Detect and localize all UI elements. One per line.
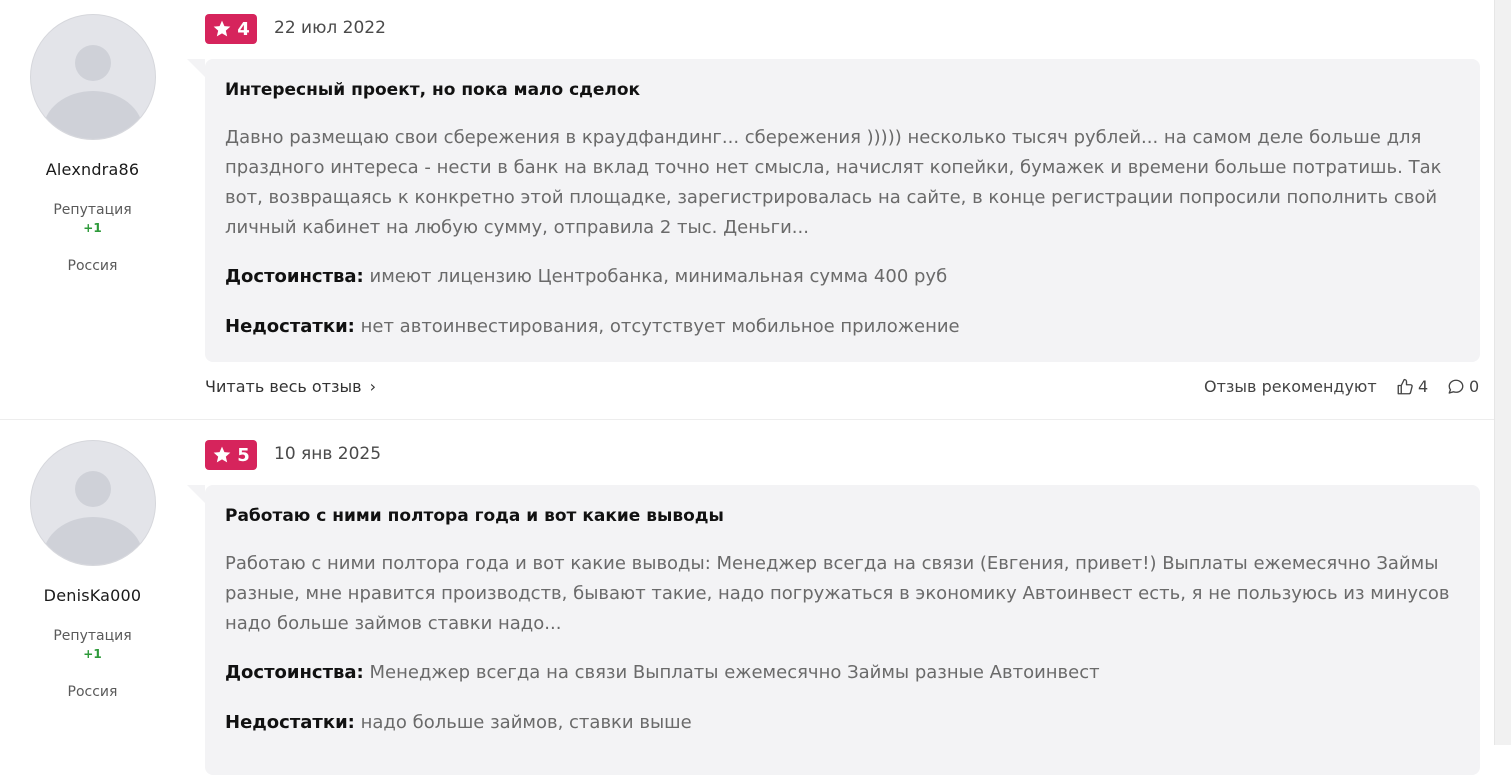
- reputation-value: +1: [83, 221, 102, 235]
- star-icon: [213, 20, 231, 37]
- review-pros: Достоинства: имеют лицензию Центробанка,…: [225, 266, 947, 287]
- review-date: 10 янв 2025: [274, 444, 382, 464]
- rating-value: 5: [237, 444, 250, 466]
- review-title[interactable]: Интересный проект, но пока мало сделок: [225, 80, 640, 100]
- review-title[interactable]: Работаю с ними полтора года и вот какие …: [225, 506, 724, 526]
- cons-text: надо больше займов, ставки выше: [360, 712, 692, 733]
- rating-value: 4: [237, 18, 250, 40]
- avatar-placeholder-head: [75, 471, 111, 507]
- avatar-placeholder-body: [43, 517, 143, 565]
- thumbs-up-icon: [1397, 378, 1413, 394]
- author-country: Россия: [67, 258, 118, 274]
- pros-text: Менеджер всегда на связи Выплаты ежемеся…: [369, 662, 1100, 683]
- cons-label: Недостатки:: [225, 316, 355, 337]
- reputation-value: +1: [83, 647, 102, 661]
- like-button[interactable]: 4: [1396, 377, 1428, 396]
- review-date: 22 июл 2022: [274, 18, 386, 38]
- review-card: DenisKa000 Репутация +1 Россия 5 10 янв …: [0, 420, 1495, 775]
- reputation-label: Репутация: [53, 202, 132, 218]
- avatar[interactable]: [30, 440, 156, 566]
- read-full-review-link[interactable]: Читать весь отзыв ›: [205, 377, 376, 396]
- review-cons: Недостатки: нет автоинвестирования, отсу…: [225, 316, 960, 337]
- pros-label: Достоинства:: [225, 266, 364, 287]
- author-name[interactable]: DenisKa000: [0, 586, 185, 605]
- review-body: Интересный проект, но пока мало сделок Д…: [187, 59, 1480, 362]
- review-card: Alexndra86 Репутация +1 Россия 4 22 июл …: [0, 0, 1495, 420]
- comments-count: 0: [1469, 377, 1480, 396]
- reputation-label: Репутация: [53, 628, 132, 644]
- rating-badge: 5: [205, 440, 257, 470]
- likes-count: 4: [1418, 377, 1429, 396]
- author-country: Россия: [67, 684, 118, 700]
- review-body: Работаю с ними полтора года и вот какие …: [187, 485, 1480, 775]
- rating-badge: 4: [205, 14, 257, 44]
- comment-icon: [1448, 379, 1464, 394]
- review-pros: Достоинства: Менеджер всегда на связи Вы…: [225, 662, 1100, 683]
- pros-label: Достоинства:: [225, 662, 364, 683]
- scrollbar[interactable]: [1494, 0, 1511, 745]
- pros-text: имеют лицензию Центробанка, минимальная …: [369, 266, 948, 287]
- review-cons: Недостатки: надо больше займов, ставки в…: [225, 712, 692, 733]
- avatar[interactable]: [30, 14, 156, 140]
- recommend-label: Отзыв рекомендуют: [1204, 377, 1377, 396]
- cons-label: Недостатки:: [225, 712, 355, 733]
- review-text: Давно размещаю свои сбережения в краудфа…: [225, 127, 1442, 238]
- review-text: Работаю с ними полтора года и вот какие …: [225, 553, 1450, 634]
- avatar-placeholder-body: [43, 91, 143, 139]
- read-more-label: Читать весь отзыв: [205, 377, 362, 396]
- chevron-right-icon: ›: [369, 377, 376, 396]
- avatar-placeholder-head: [75, 45, 111, 81]
- comments-button[interactable]: 0: [1447, 377, 1479, 396]
- author-name[interactable]: Alexndra86: [0, 160, 185, 179]
- star-icon: [213, 446, 231, 463]
- cons-text: нет автоинвестирования, отсутствует моби…: [360, 316, 960, 337]
